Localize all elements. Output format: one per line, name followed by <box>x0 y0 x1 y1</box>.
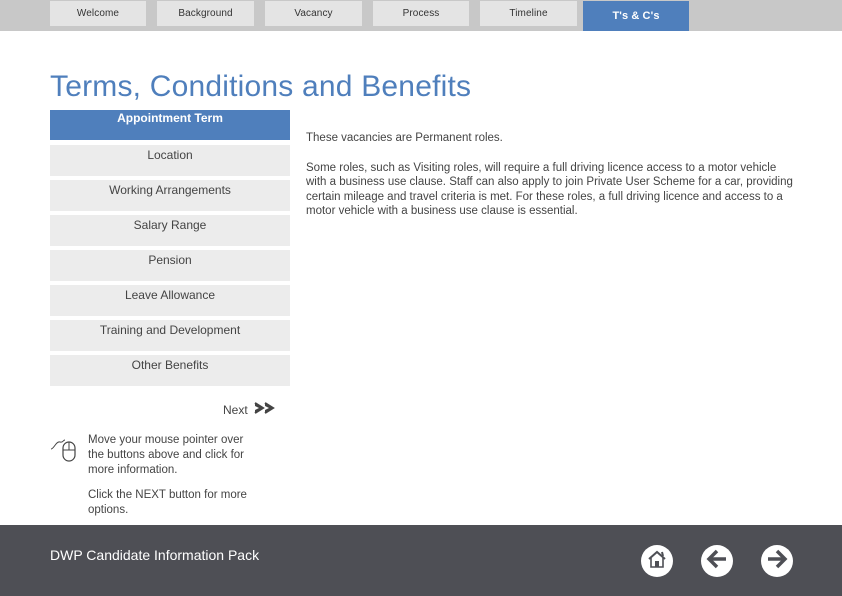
tab-background[interactable]: Background <box>157 1 254 26</box>
tab-process[interactable]: Process <box>373 1 469 26</box>
menu-item-salary-range[interactable]: Salary Range <box>50 215 290 246</box>
menu-item-leave-allowance[interactable]: Leave Allowance <box>50 285 290 316</box>
home-icon <box>646 548 668 575</box>
arrow-left-icon <box>705 547 729 576</box>
tab-ts-and-cs[interactable]: T's & C's <box>583 1 689 31</box>
next-label: Next <box>223 402 248 417</box>
next-hint: Click the NEXT button for more options. <box>88 489 247 516</box>
mouse-icon <box>50 436 80 462</box>
menu-item-other-benefits[interactable]: Other Benefits <box>50 355 290 386</box>
next-button[interactable]: Next <box>223 401 276 418</box>
menu-item-location[interactable]: Location <box>50 145 290 176</box>
tab-timeline[interactable]: Timeline <box>480 1 577 26</box>
footer-title: DWP Candidate Information Pack <box>50 547 260 563</box>
arrow-right-icon <box>765 547 789 576</box>
tab-welcome[interactable]: Welcome <box>50 1 146 26</box>
hover-hint: Move your mouse pointer over the buttons… <box>88 434 244 476</box>
content-paragraph: Some roles, such as Visiting roles, will… <box>306 161 793 218</box>
forward-button[interactable] <box>761 545 793 577</box>
menu-item-appointment-term[interactable]: Appointment Term <box>50 110 290 140</box>
home-button[interactable] <box>641 545 673 577</box>
menu-item-pension[interactable]: Pension <box>50 250 290 281</box>
menu-item-working-arrangements[interactable]: Working Arrangements <box>50 180 290 211</box>
page-title: Terms, Conditions and Benefits <box>50 70 472 103</box>
content-panel: These vacancies are Permanent roles. Som… <box>306 131 796 234</box>
top-navigation: Welcome Background Vacancy Process Timel… <box>0 0 842 31</box>
double-chevron-right-icon <box>254 401 276 418</box>
footer: DWP Candidate Information Pack <box>0 525 842 596</box>
back-button[interactable] <box>701 545 733 577</box>
content-paragraph: These vacancies are Permanent roles. <box>306 132 503 144</box>
menu-item-training-and-development[interactable]: Training and Development <box>50 320 290 351</box>
tab-vacancy[interactable]: Vacancy <box>265 1 362 26</box>
